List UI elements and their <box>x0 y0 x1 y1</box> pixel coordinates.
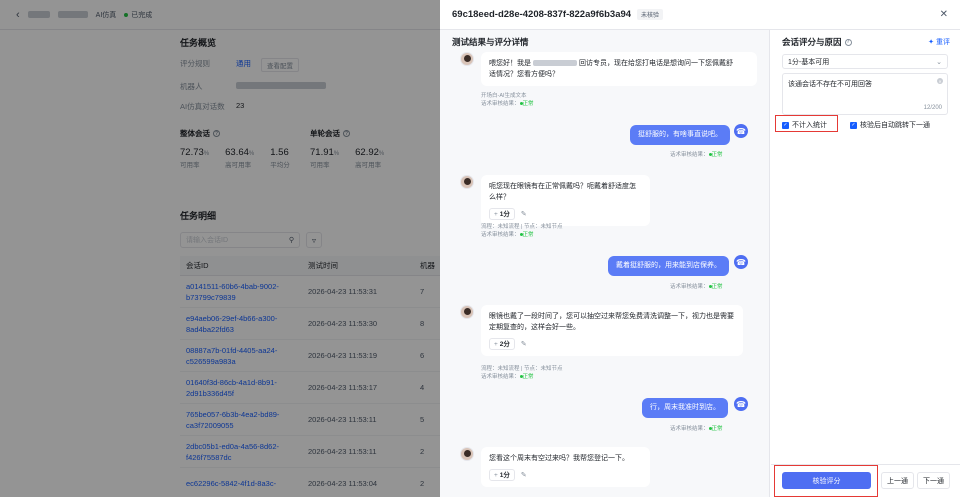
scoring-footer: 核验评分 上一通 下一通 <box>771 464 960 497</box>
session-drawer: 69c18eed-d28e-4208-837f-822a9f6b3a94 未核验… <box>440 0 960 497</box>
conversation-panel[interactable]: 测试结果与评分详情 喂您好！我是 回访专员，现在给您打电话是想询问一下您佩戴舒 适… <box>440 30 770 497</box>
bot-bubble: 呃您现在眼镜有在正常佩戴吗？呃戴着舒适度怎么样？ +1分 ✎ <box>481 175 650 226</box>
user-bubble: 挺舒服的，有啥事直说吧。 <box>630 125 730 145</box>
bot-message: 眼镜也戴了一段时间了，您可以抽空过来帮您免费清洗调整一下，视力也是需要 定期复查… <box>460 305 743 356</box>
user-bubble: 行，周末我准时到店。 <box>642 398 728 418</box>
bot-message: 呃您现在眼镜有在正常佩戴吗？呃戴着舒适度怎么样？ +1分 ✎ <box>460 175 650 226</box>
char-count: 12/200 <box>923 105 942 111</box>
score-chip[interactable]: +2分 <box>489 338 515 350</box>
message-meta: 话术审核结果： 正常 <box>670 152 723 158</box>
prev-session-button[interactable]: 上一通 <box>881 472 914 489</box>
reason-textarea[interactable]: 该通会话不存在不可用回答 ✕ 12/200 <box>782 73 948 115</box>
help-icon[interactable]: ? <box>844 38 852 46</box>
score-chip[interactable]: +1分 <box>489 208 515 220</box>
rescore-icon: ✦ <box>928 39 935 46</box>
bot-bubble: 您看这个周末有空过来吗？我帮您登记一下。 +1分 ✎ <box>481 447 650 487</box>
phone-icon: ☎ <box>734 124 748 138</box>
message-meta: 话术审核结果： 正常 <box>670 284 723 290</box>
scoring-title: 会话评分与原因? <box>782 37 852 47</box>
edit-icon[interactable]: ✎ <box>521 209 527 220</box>
auto-next-checkbox[interactable]: ✓ 核验后自动跳转下一通 <box>850 120 930 130</box>
score-chip[interactable]: +1分 <box>489 469 515 481</box>
message-meta: 流程：未知流程 | 节点：未知节点 话术审核结果： 正常 <box>481 224 563 238</box>
bot-avatar <box>460 52 474 66</box>
verify-status-badge: 未核验 <box>637 9 664 20</box>
conversation-title: 测试结果与评分详情 <box>452 37 529 47</box>
verify-score-button[interactable]: 核验评分 <box>782 472 871 489</box>
bot-avatar <box>460 447 474 461</box>
bot-avatar <box>460 175 474 189</box>
exclude-stats-checkbox[interactable]: ✓ 不计入统计 <box>782 120 827 130</box>
edit-icon[interactable]: ✎ <box>521 470 527 481</box>
blurred-brand <box>533 60 577 67</box>
edit-icon[interactable]: ✎ <box>521 339 527 350</box>
phone-icon: ☎ <box>734 397 748 411</box>
bot-bubble: 喂您好！我是 回访专员，现在给您打电话是想询问一下您佩戴舒 适情况？您看方便吗？ <box>481 52 757 86</box>
session-id-title: 69c18eed-d28e-4208-837f-822a9f6b3a94 <box>452 9 632 20</box>
chevron-down-icon: ⌄ <box>936 58 942 66</box>
checkbox-checked-icon[interactable]: ✓ <box>850 121 857 129</box>
bot-message: 您看这个周末有空过来吗？我帮您登记一下。 +1分 ✎ <box>460 447 650 487</box>
next-session-button[interactable]: 下一通 <box>917 472 950 489</box>
drawer-header: 69c18eed-d28e-4208-837f-822a9f6b3a94 未核验… <box>440 0 960 30</box>
bot-bubble: 眼镜也戴了一段时间了，您可以抽空过来帮您免费清洗调整一下，视力也是需要 定期复查… <box>481 305 743 356</box>
score-select[interactable]: 1分-基本可用 ⌄ <box>782 54 948 69</box>
user-bubble: 戴着挺舒服的，用来能到店保养。 <box>608 256 729 276</box>
close-icon[interactable]: ✕ <box>940 9 948 20</box>
phone-icon: ☎ <box>734 255 748 269</box>
message-meta: 开场白-AI生成文本 话术审核结果： 正常 <box>481 93 534 107</box>
message-meta: 流程：未知流程 | 节点：未知节点 话术审核结果： 正常 <box>481 366 563 380</box>
rescore-button[interactable]: ✦ 重评 <box>928 37 950 47</box>
bot-avatar <box>460 305 474 319</box>
message-meta: 话术审核结果： 正常 <box>670 426 723 432</box>
clear-icon[interactable]: ✕ <box>937 78 943 84</box>
bot-message: 喂您好！我是 回访专员，现在给您打电话是想询问一下您佩戴舒 适情况？您看方便吗？ <box>460 52 757 86</box>
scoring-panel: 会话评分与原因? ✦ 重评 1分-基本可用 ⌄ 该通会话不存在不可用回答 ✕ 1… <box>771 30 960 497</box>
checkbox-checked-icon[interactable]: ✓ <box>782 121 789 129</box>
